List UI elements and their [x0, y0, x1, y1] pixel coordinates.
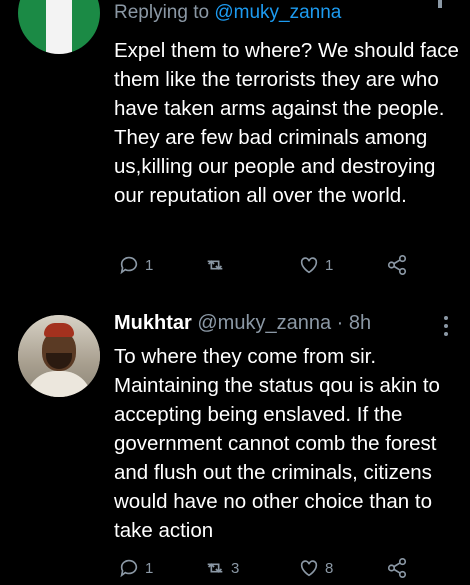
avatar[interactable]	[18, 315, 100, 397]
like-button[interactable]: 8	[298, 557, 333, 579]
tweet-header: Mukhtar @muky_zanna · 8h	[114, 312, 371, 335]
retweet-button[interactable]: 3	[204, 557, 239, 579]
like-icon	[300, 560, 318, 577]
reply-icon	[120, 559, 138, 578]
more-icon[interactable]	[444, 316, 450, 338]
share-icon	[387, 558, 407, 578]
share-button[interactable]	[386, 557, 408, 579]
display-name[interactable]: Mukhtar	[114, 312, 192, 334]
tweet-2[interactable]: Mukhtar @muky_zanna · 8h To where they c…	[0, 0, 470, 585]
like-count: 8	[325, 559, 334, 577]
reply-button[interactable]: 1	[118, 557, 153, 579]
retweet-icon	[207, 563, 223, 573]
reply-count: 1	[145, 559, 154, 577]
tweet-text: To where they come from sir. Maintaining…	[114, 345, 440, 542]
handle-and-time: @muky_zanna · 8h	[197, 312, 372, 334]
tweet-actions: 1 3 8	[0, 557, 470, 583]
retweet-count: 3	[231, 559, 240, 577]
